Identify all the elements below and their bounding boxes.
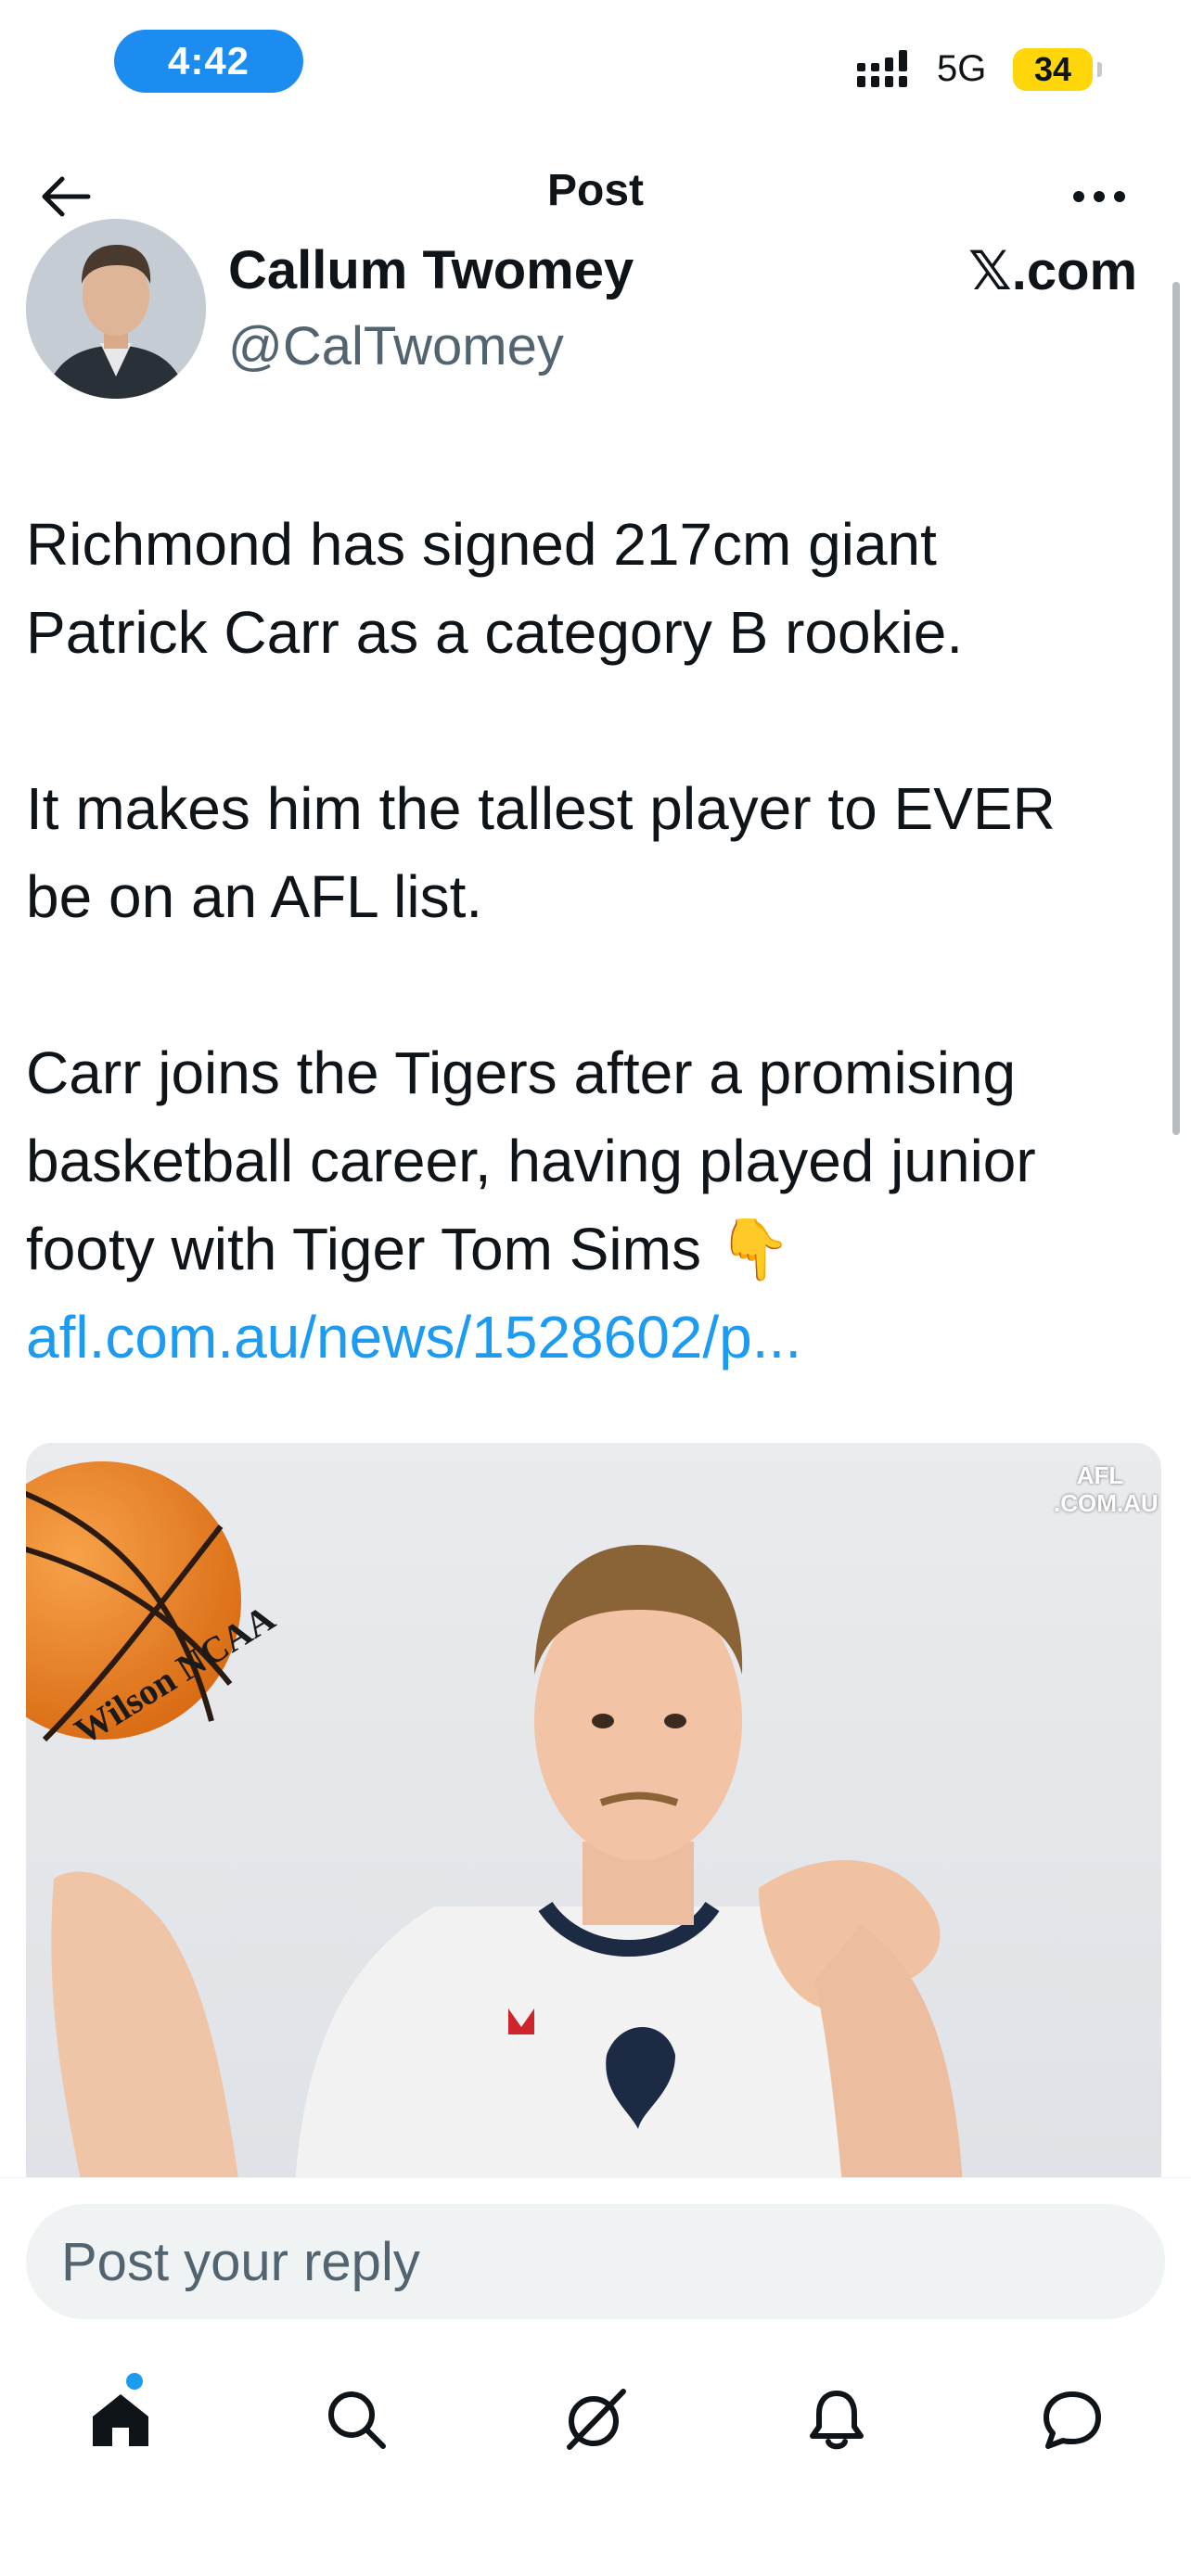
- article-link[interactable]: afl.com.au/news/1528602/p...: [26, 1294, 1158, 1382]
- network-type: 5G: [937, 48, 987, 89]
- avatar-portrait: [26, 219, 206, 399]
- text-line: basketball career, having played junior: [26, 1128, 1036, 1194]
- post-media-image[interactable]: Wilson NCAA AFL .COM.AU: [26, 1443, 1161, 2185]
- tab-home[interactable]: [65, 2364, 176, 2475]
- tab-messages[interactable]: [1017, 2364, 1128, 2475]
- post-header: Post: [0, 148, 1191, 241]
- watermark-line: .COM.AU: [1054, 1489, 1159, 1517]
- afl-watermark: AFL .COM.AU: [1054, 1461, 1159, 1517]
- search-icon: [328, 2391, 386, 2449]
- bottom-tab-bar: [0, 2364, 1191, 2475]
- author-handle[interactable]: @CalTwomey: [228, 315, 564, 377]
- watermark-line: AFL: [1076, 1461, 1124, 1489]
- grok-icon: [567, 2389, 626, 2450]
- notification-dot: [126, 2373, 143, 2390]
- text-line: It makes him the tallest player to EVER: [26, 775, 1056, 842]
- tab-search[interactable]: [301, 2364, 412, 2475]
- status-bar: 4:42 5G 34: [0, 0, 1191, 130]
- tab-grok[interactable]: [540, 2364, 651, 2475]
- reply-input[interactable]: Post your reply: [26, 2204, 1165, 2319]
- status-time[interactable]: 4:42: [114, 30, 303, 93]
- source-badge: 𝕏.com: [968, 241, 1138, 301]
- text-line: Patrick Carr as a category B rookie.: [26, 599, 964, 666]
- text-line: Carr joins the Tigers after a promising: [26, 1039, 1017, 1106]
- text-line: footy with Tiger Tom Sims 👇: [26, 1216, 792, 1282]
- more-options-button[interactable]: [1057, 167, 1141, 226]
- author-display-name[interactable]: Callum Twomey: [228, 239, 634, 301]
- post-text: Richmond has signed 217cm giant Patrick …: [26, 501, 1158, 1382]
- cellular-signal-icon: [857, 50, 907, 87]
- more-horizontal-icon: [1073, 191, 1125, 202]
- bell-icon: [810, 2391, 864, 2450]
- home-icon: [93, 2394, 148, 2446]
- text-line: Richmond has signed 217cm giant: [26, 511, 937, 578]
- paragraph-spacer: [26, 677, 1158, 765]
- paragraph-spacer: [26, 941, 1158, 1029]
- message-icon: [1044, 2391, 1101, 2449]
- page-title: Post: [546, 166, 644, 215]
- text-line: be on an AFL list.: [26, 863, 483, 930]
- bottom-area: Post your reply: [0, 2177, 1191, 2576]
- player-photo: Wilson NCAA: [26, 1461, 963, 2185]
- tab-notifications[interactable]: [781, 2364, 892, 2475]
- scrollbar[interactable]: [1172, 282, 1180, 1135]
- author-avatar[interactable]: [26, 219, 206, 399]
- battery-indicator: 34: [1013, 48, 1102, 91]
